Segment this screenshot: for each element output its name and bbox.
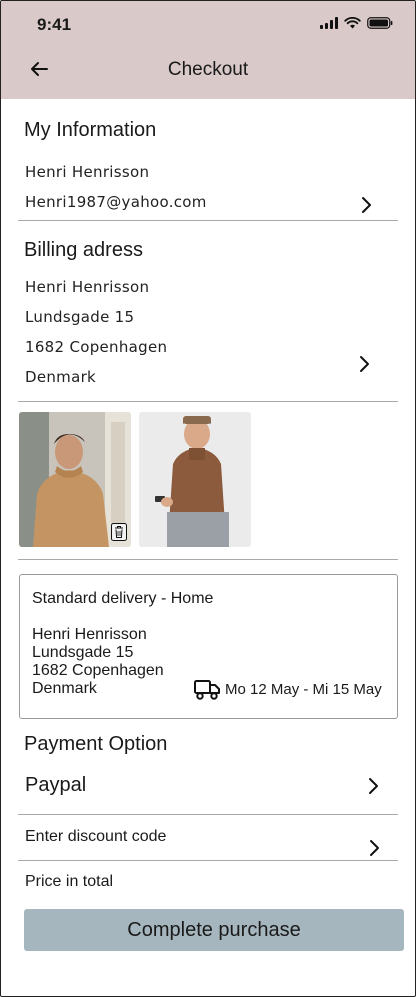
payment-method-selector[interactable]: Paypal — [25, 774, 86, 797]
product-image-turtleneck[interactable] — [139, 412, 251, 547]
delivery-country: Denmark — [32, 680, 97, 697]
delivery-city: 1682 Copenhagen — [32, 662, 164, 679]
header-bar: 9:41 Checkout — [1, 1, 415, 99]
product-image-sweater[interactable] — [19, 412, 131, 547]
delivery-card[interactable]: Standard delivery - Home Henri Henrisson… — [19, 574, 398, 719]
divider — [18, 559, 398, 560]
page-title: Checkout — [167, 59, 249, 80]
status-icons — [320, 17, 393, 29]
billing-address-title: Billing adress — [24, 239, 143, 261]
billing-street: Lundsgade 15 — [25, 308, 135, 326]
divider — [18, 220, 398, 221]
wifi-icon — [344, 17, 361, 29]
checkout-screen: 9:41 Checkout My Information Henri Henri… — [0, 0, 416, 997]
status-time: 9:41 — [37, 15, 72, 34]
delivery-title: Standard delivery - Home — [32, 590, 214, 607]
billing-name: Henri Henrisson — [25, 278, 150, 296]
product-photo — [139, 412, 251, 547]
billing-chevron-right-icon[interactable] — [356, 354, 372, 374]
discount-chevron-right-icon[interactable] — [366, 838, 382, 858]
delivery-dates: Mo 12 May - Mi 15 May — [225, 681, 382, 698]
payment-option-title: Payment Option — [24, 733, 168, 755]
complete-purchase-button[interactable]: Complete purchase — [24, 909, 404, 951]
signal-icon — [320, 17, 338, 29]
delivery-name: Henri Henrisson — [32, 626, 147, 643]
my-information-title: My Information — [24, 119, 157, 141]
my-information-chevron-right-icon[interactable] — [358, 195, 374, 215]
divider — [18, 401, 398, 402]
price-total-label: Price in total — [25, 873, 114, 890]
payment-chevron-right-icon[interactable] — [365, 776, 381, 796]
discount-code-link[interactable]: Enter discount code — [25, 828, 166, 846]
divider — [18, 814, 398, 815]
truck-icon — [194, 680, 220, 700]
divider — [18, 860, 398, 861]
billing-city: 1682 Copenhagen — [25, 338, 168, 356]
delivery-street: Lundsgade 15 — [32, 644, 134, 661]
trash-icon[interactable] — [111, 523, 127, 541]
user-email: Henri1987@yahoo.com — [25, 193, 207, 211]
user-name: Henri Henrisson — [25, 163, 150, 181]
billing-country: Denmark — [25, 368, 97, 386]
battery-icon — [367, 17, 393, 29]
